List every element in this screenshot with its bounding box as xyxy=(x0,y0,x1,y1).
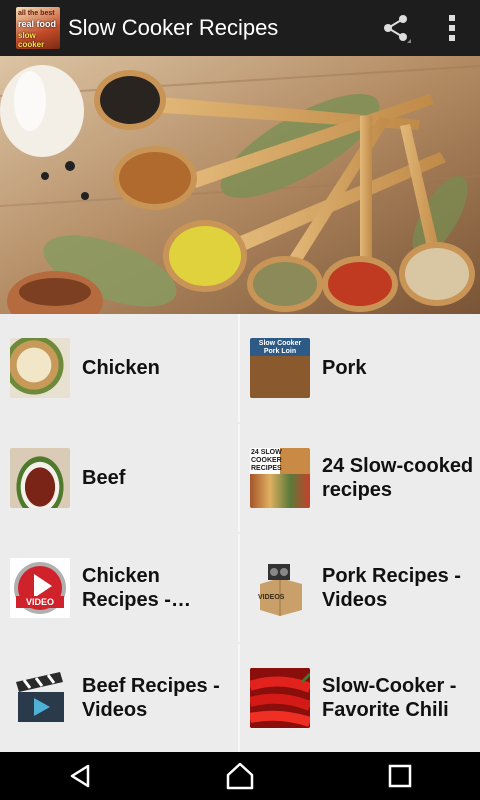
recents-icon xyxy=(388,764,412,788)
thumb-caption: 24 SLOW COOKER RECIPES xyxy=(251,449,282,472)
logo-line-3: slow cooker xyxy=(18,31,45,49)
tile-chicken[interactable]: Chicken xyxy=(0,314,240,422)
overflow-menu-button[interactable] xyxy=(424,0,480,56)
category-grid: Chicken Slow Cooker Pork Loin Pork Beef … xyxy=(0,314,480,752)
hero-image xyxy=(0,56,480,314)
thumb-caption: Slow Cooker Pork Loin xyxy=(258,340,302,355)
tile-label: Chicken Recipes - Videos xyxy=(82,565,171,611)
back-icon xyxy=(70,764,90,788)
tile-label: Slow-Cooker - Favorite Chili xyxy=(322,675,457,721)
tile-label: Pork xyxy=(322,357,367,379)
tile-beef-videos[interactable]: Beef Recipes - Videos xyxy=(0,644,240,752)
tile-pork-videos[interactable]: VIDEOS Pork Recipes - Videos xyxy=(240,534,480,642)
tile-24-recipes[interactable]: 24 SLOW COOKER RECIPES 24 Slow-cooked re… xyxy=(240,424,480,532)
spices-illustration xyxy=(0,56,480,314)
pork-loin-photo: Slow Cooker Pork Loin xyxy=(250,338,310,398)
tile-label: Pork Recipes - Videos xyxy=(322,565,461,611)
home-button[interactable] xyxy=(200,752,280,800)
tile-label: Chicken xyxy=(82,357,160,379)
tile-beef[interactable]: Beef xyxy=(0,424,240,532)
thumb-caption: VIDEOS xyxy=(258,594,285,601)
tile-label: 24 Slow-cooked recipes xyxy=(322,455,474,501)
recipe-collage-photo: 24 SLOW COOKER RECIPES xyxy=(250,448,310,508)
share-icon xyxy=(384,15,411,43)
tile-pork[interactable]: Slow Cooker Pork Loin Pork xyxy=(240,314,480,422)
tile-favorite-chili[interactable]: Slow-Cooker - Favorite Chili xyxy=(240,644,480,752)
thumb-caption: VIDEO xyxy=(16,596,64,608)
system-nav-bar xyxy=(0,752,480,800)
back-button[interactable] xyxy=(40,752,120,800)
video-play-icon: VIDEO xyxy=(10,558,70,618)
tile-label: Beef Recipes - Videos xyxy=(82,675,220,721)
chicken-dish-photo xyxy=(10,338,70,398)
home-icon xyxy=(226,762,254,790)
app-bar: all the best real food slow cooker Slow … xyxy=(0,0,480,56)
app-logo: all the best real food slow cooker xyxy=(16,7,60,49)
clapperboard-icon xyxy=(10,668,70,728)
logo-line-2: real food xyxy=(18,19,57,29)
tile-label: Beef xyxy=(82,467,126,489)
videos-box-icon: VIDEOS xyxy=(250,558,310,618)
beef-stew-photo xyxy=(10,448,70,508)
tile-chicken-videos[interactable]: VIDEO Chicken Recipes - Videos xyxy=(0,534,240,642)
red-chili-photo xyxy=(250,668,310,728)
app-title: Slow Cooker Recipes xyxy=(68,15,279,40)
logo-line-1: all the best xyxy=(18,10,55,17)
overflow-menu-icon xyxy=(449,15,455,41)
share-button[interactable] xyxy=(368,0,424,56)
recents-button[interactable] xyxy=(360,752,440,800)
